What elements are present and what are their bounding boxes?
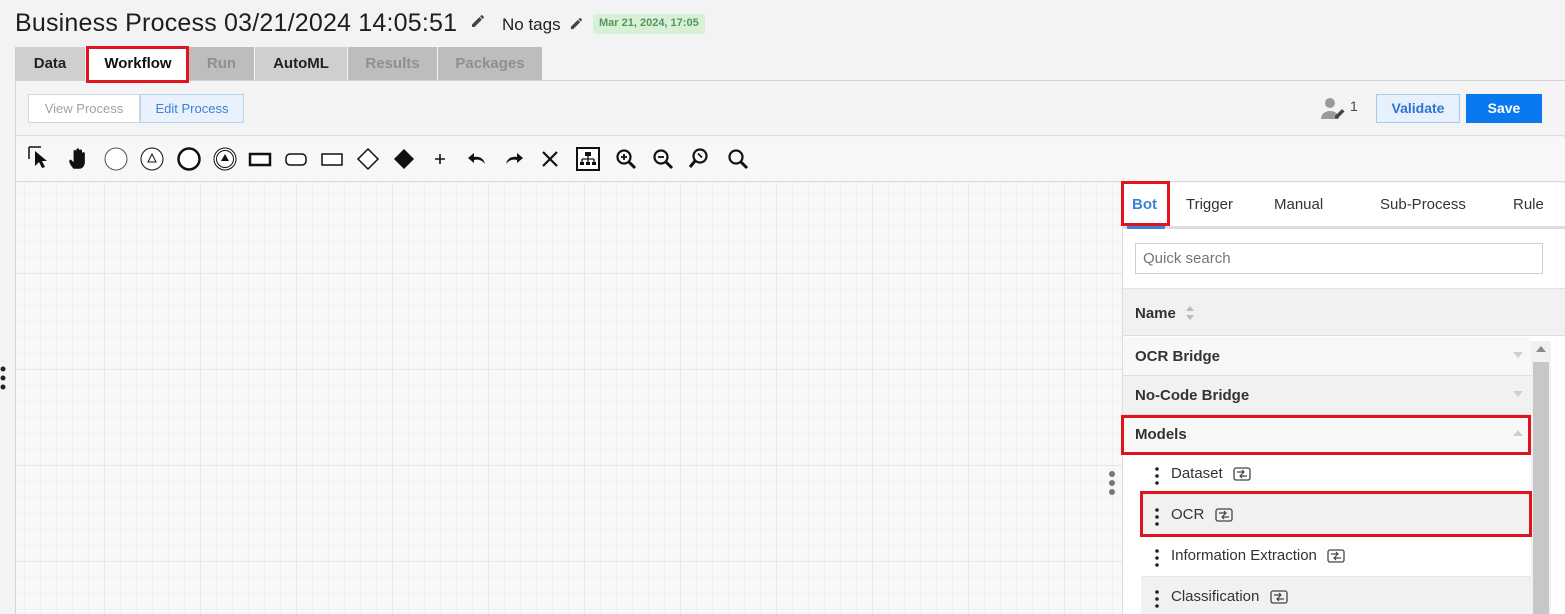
tab-results[interactable]: Results [348, 47, 437, 80]
pointer-icon[interactable] [26, 145, 56, 173]
bot-connector-icon [1269, 590, 1288, 604]
item-label: Information Extraction [1171, 547, 1317, 564]
editors-indicator: 1 [1320, 97, 1364, 121]
palette-tab-bot[interactable]: Bot [1132, 196, 1157, 213]
bot-connector-icon [1214, 508, 1233, 522]
end-event-icon[interactable] [174, 145, 204, 173]
signal-end-event-icon[interactable] [210, 145, 240, 173]
parallel-gateway-icon[interactable] [389, 145, 419, 173]
group-models[interactable]: Models [1123, 415, 1531, 454]
chevron-up-icon [1513, 430, 1523, 436]
page-title-text: Business Process 03/21/2024 14:05:51 [15, 9, 458, 37]
date-badge: Mar 21, 2024, 17:05 [593, 14, 705, 34]
zoom-in-icon[interactable] [611, 145, 641, 173]
start-event-icon[interactable] [101, 145, 131, 173]
tab-run[interactable]: Run [189, 47, 254, 80]
group-label: Models [1135, 426, 1187, 443]
group-ocr-bridge[interactable]: OCR Bridge [1123, 337, 1531, 376]
task-icon[interactable] [245, 145, 275, 173]
tab-packages[interactable]: Packages [438, 47, 542, 80]
delete-icon[interactable] [535, 145, 565, 173]
tags-label: No tags [502, 15, 561, 34]
palette-tab-manual[interactable]: Manual [1274, 196, 1323, 213]
chevron-down-icon [1513, 352, 1523, 358]
list-item-ocr[interactable]: OCR [1141, 495, 1531, 536]
left-drawer-handle-icon[interactable] [0, 366, 6, 390]
tags-area[interactable]: No tags [502, 15, 584, 35]
editors-count: 1 [1350, 98, 1358, 114]
quick-search-input[interactable] [1135, 243, 1543, 274]
item-label: OCR [1171, 506, 1205, 523]
exclusive-gateway-icon[interactable] [353, 145, 383, 173]
list-item-dataset[interactable]: Dataset [1141, 454, 1531, 495]
palette-tabs-underline [1123, 226, 1565, 229]
validate-button[interactable]: Validate [1376, 94, 1460, 123]
drag-handle-icon[interactable] [1155, 508, 1159, 526]
subprocess-icon[interactable] [317, 145, 347, 173]
drag-handle-icon[interactable] [1155, 467, 1159, 485]
rounded-task-icon[interactable] [281, 145, 311, 173]
zoom-fit-icon[interactable] [723, 145, 753, 173]
name-column-label[interactable]: Name [1135, 304, 1196, 322]
zoom-out-icon[interactable] [648, 145, 678, 173]
item-label: Dataset [1171, 465, 1223, 482]
diagram-canvas[interactable] [16, 183, 1122, 614]
group-label: OCR Bridge [1135, 348, 1221, 365]
tab-data[interactable]: Data [15, 47, 85, 80]
drag-handle-icon[interactable] [1155, 590, 1159, 608]
message-start-event-icon[interactable] [137, 145, 167, 173]
zoom-reset-icon[interactable] [685, 145, 715, 173]
group-no-code-bridge[interactable]: No-Code Bridge [1123, 376, 1531, 415]
tab-automl[interactable]: AutoML [255, 47, 347, 80]
list-item-information-extraction[interactable]: Information Extraction [1141, 536, 1531, 577]
page-title: Business Process 03/21/2024 14:05:51 [15, 9, 486, 38]
edit-tags-pencil-icon[interactable] [569, 16, 584, 31]
palette-scrollbar-thumb[interactable] [1533, 362, 1549, 614]
redo-icon[interactable] [499, 145, 529, 173]
palette-tab-active-indicator [1127, 226, 1165, 229]
add-icon[interactable] [425, 145, 455, 173]
sort-icon[interactable] [1184, 304, 1196, 322]
save-button[interactable]: Save [1466, 94, 1542, 123]
edit-process-button[interactable]: Edit Process [140, 94, 244, 123]
drag-handle-icon[interactable] [1155, 549, 1159, 567]
panel-resize-handle-icon[interactable] [1108, 470, 1116, 496]
item-label: Classification [1171, 588, 1260, 605]
edit-title-pencil-icon[interactable] [470, 13, 486, 29]
bot-connector-icon [1233, 467, 1251, 481]
name-column-text: Name [1135, 305, 1176, 322]
undo-icon[interactable] [462, 145, 492, 173]
list-item-classification[interactable]: Classification [1141, 577, 1531, 614]
palette-tab-rule[interactable]: Rule [1513, 196, 1544, 213]
bpmn-toolbar [16, 137, 1565, 182]
hand-icon[interactable] [64, 145, 94, 173]
auto-layout-icon[interactable] [573, 145, 603, 173]
palette-tab-trigger[interactable]: Trigger [1186, 196, 1233, 213]
bot-connector-icon [1327, 549, 1345, 563]
user-edit-icon [1321, 98, 1345, 119]
palette-tab-sub-process[interactable]: Sub-Process [1380, 196, 1466, 213]
scroll-up-arrow-icon[interactable] [1536, 346, 1546, 352]
group-label: No-Code Bridge [1135, 387, 1250, 404]
tab-workflow[interactable]: Workflow [88, 47, 188, 80]
chevron-down-icon [1513, 391, 1523, 397]
view-process-button[interactable]: View Process [28, 94, 140, 123]
